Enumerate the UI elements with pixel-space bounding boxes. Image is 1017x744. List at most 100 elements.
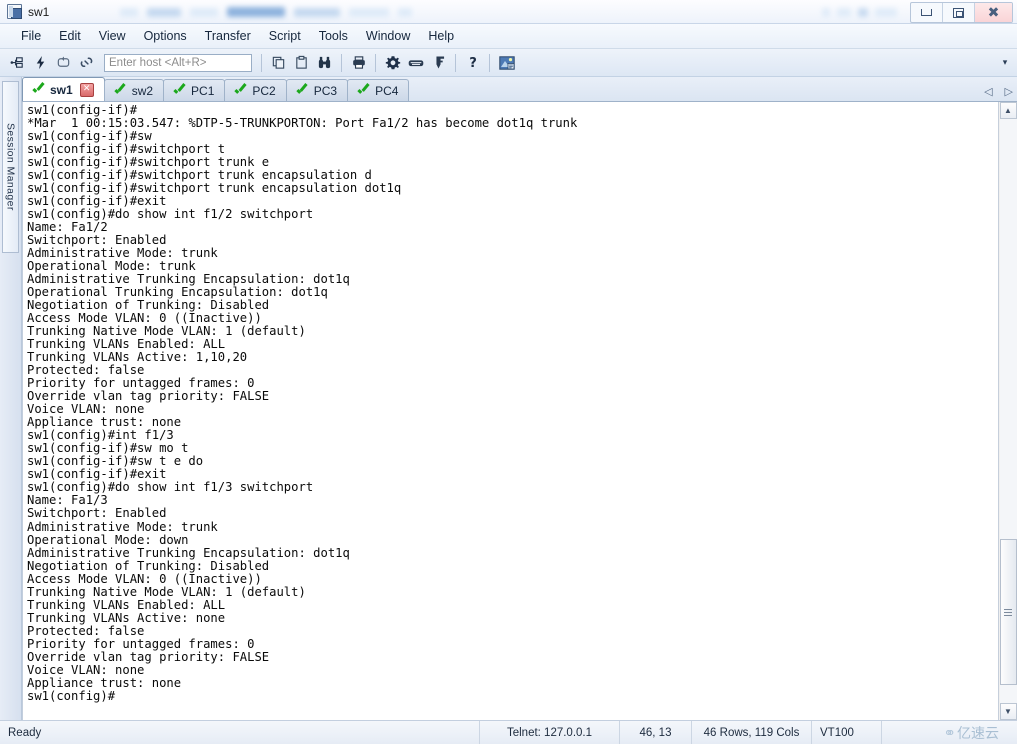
title-bar-redacted-text bbox=[120, 0, 412, 24]
tab-pc4[interactable]: PC4 bbox=[347, 79, 410, 101]
terminal-line: sw1(config)#do show int f1/2 switchport bbox=[27, 207, 314, 222]
terminal-line: Access Mode VLAN: 0 ((Inactive)) bbox=[27, 571, 262, 586]
tab-sw1[interactable]: sw1 ✕ bbox=[22, 77, 105, 101]
help-icon[interactable]: ? bbox=[461, 52, 484, 74]
terminal-line: sw1(config)#do show int f1/3 switchport bbox=[27, 480, 314, 495]
connected-check-icon bbox=[358, 85, 370, 96]
window-title: sw1 bbox=[28, 4, 50, 19]
tab-close-button[interactable]: ✕ bbox=[79, 82, 94, 97]
screen-capture-icon[interactable] bbox=[495, 52, 518, 74]
status-cursor-position: 46, 13 bbox=[620, 721, 692, 744]
find-icon[interactable] bbox=[313, 52, 336, 74]
paste-icon[interactable] bbox=[290, 52, 313, 74]
menu-window[interactable]: Window bbox=[357, 26, 419, 46]
copy-icon[interactable] bbox=[267, 52, 290, 74]
terminal-line: Administrative Mode: trunk bbox=[27, 519, 218, 534]
binoculars-glyph bbox=[318, 56, 331, 69]
toolbar: Enter host <Alt+R> ? ▾ bbox=[0, 49, 1017, 77]
menu-bar: File Edit View Options Transfer Script T… bbox=[0, 24, 1017, 49]
menu-file[interactable]: File bbox=[12, 26, 50, 46]
tab-pc3[interactable]: PC3 bbox=[285, 79, 349, 101]
printer-glyph bbox=[352, 56, 365, 69]
menu-view[interactable]: View bbox=[90, 26, 135, 46]
tab-scroll-right-icon[interactable]: ▷ bbox=[1005, 85, 1013, 98]
menu-script[interactable]: Script bbox=[260, 26, 310, 46]
scroll-down-button[interactable]: ▼ bbox=[999, 703, 1017, 720]
menu-tools[interactable]: Tools bbox=[310, 26, 357, 46]
connected-check-icon bbox=[235, 85, 247, 96]
session-manager-dock: Session Manager bbox=[0, 77, 22, 720]
tab-navigation: ◁ ▷ bbox=[984, 85, 1013, 98]
connected-check-icon bbox=[33, 84, 45, 95]
toolbar-separator-2 bbox=[341, 53, 342, 72]
svg-text:?: ? bbox=[469, 56, 477, 70]
terminal-line: Override vlan tag priority: FALSE bbox=[27, 649, 270, 664]
close-button[interactable]: ✖ bbox=[975, 3, 1012, 22]
terminal-line: sw1(config)# bbox=[27, 688, 116, 703]
close-icon: ✖ bbox=[987, 4, 1000, 21]
tab-label: PC4 bbox=[375, 83, 399, 98]
broken-link-glyph bbox=[80, 57, 93, 67]
terminal-scrollbar[interactable]: ▲ ▼ bbox=[998, 102, 1017, 720]
scrollbar-track[interactable] bbox=[999, 119, 1017, 703]
quick-connect-icon[interactable] bbox=[29, 52, 52, 74]
status-message: Ready bbox=[0, 721, 480, 744]
watermark-text: 亿速云 bbox=[957, 725, 999, 742]
screen-capture-glyph bbox=[498, 55, 515, 70]
terminal-container: sw1(config-if)# *Mar 1 00:15:03.547: %DTP… bbox=[22, 102, 1017, 720]
connect-glyph bbox=[10, 57, 23, 68]
terminal-output[interactable]: sw1(config-if)# *Mar 1 00:15:03.547: %DTP… bbox=[22, 102, 998, 720]
watermark: ⚭ 亿速云 bbox=[943, 723, 1009, 743]
session-options-icon[interactable] bbox=[381, 52, 404, 74]
reconnect-icon[interactable] bbox=[52, 52, 75, 74]
tab-label: sw1 bbox=[50, 82, 73, 97]
restore-icon bbox=[953, 7, 964, 18]
connected-check-icon bbox=[297, 85, 309, 96]
status-screen-size: 46 Rows, 119 Cols bbox=[692, 721, 812, 744]
menu-edit[interactable]: Edit bbox=[50, 26, 90, 46]
toolbar-separator-4 bbox=[455, 53, 456, 72]
gear-glyph bbox=[385, 55, 400, 69]
connect-icon[interactable] bbox=[6, 52, 29, 74]
terminal-line: sw1(config-if)#switchport trunk encapsul… bbox=[27, 181, 402, 196]
restore-button[interactable] bbox=[943, 3, 975, 22]
question-mark-glyph: ? bbox=[469, 56, 477, 70]
terminal-line: Name: Fa1/2 bbox=[27, 220, 108, 235]
scrollbar-thumb[interactable] bbox=[999, 539, 1017, 685]
session-manager-tab[interactable]: Session Manager bbox=[2, 81, 19, 253]
key-icon[interactable] bbox=[427, 52, 450, 74]
securecrt-window: sw1 ✖ File Edit View Options Transfer Sc… bbox=[0, 0, 1017, 744]
host-input[interactable]: Enter host <Alt+R> bbox=[104, 53, 252, 72]
toolbar-overflow-button[interactable]: ▾ bbox=[999, 57, 1011, 69]
terminal-line: Appliance trust: none bbox=[27, 675, 182, 690]
keymap-editor-icon[interactable] bbox=[404, 52, 427, 74]
lightning-glyph bbox=[36, 55, 45, 70]
scrollbar-grip-icon bbox=[1004, 608, 1012, 616]
tab-sw2[interactable]: sw2 bbox=[103, 79, 165, 101]
terminal-line: Protected: false bbox=[27, 623, 145, 638]
tab-pc2[interactable]: PC2 bbox=[224, 79, 287, 101]
status-bar: Ready Telnet: 127.0.0.1 46, 13 46 Rows, … bbox=[0, 720, 1017, 744]
terminal-line: Trunking VLANs Active: none bbox=[27, 610, 226, 625]
menu-options[interactable]: Options bbox=[135, 26, 196, 46]
status-connection: Telnet: 127.0.0.1 bbox=[480, 721, 620, 744]
terminal-line: Administrative Trunking Encapsulation: d… bbox=[27, 545, 350, 560]
terminal-line: Priority for untagged frames: 0 bbox=[27, 636, 255, 651]
connected-check-icon bbox=[174, 85, 186, 96]
menu-help[interactable]: Help bbox=[419, 26, 463, 46]
app-window-icon bbox=[7, 4, 22, 19]
menu-transfer[interactable]: Transfer bbox=[196, 26, 260, 46]
print-icon[interactable] bbox=[347, 52, 370, 74]
terminal-line: Operational Mode: down bbox=[27, 532, 189, 547]
terminal-line: *Mar 1 00:15:03.547: %DTP-5-TRUNKPORTON:… bbox=[27, 116, 578, 131]
tab-scroll-left-icon[interactable]: ◁ bbox=[984, 85, 992, 98]
host-input-placeholder: Enter host <Alt+R> bbox=[109, 56, 207, 69]
title-bar: sw1 ✖ bbox=[0, 0, 1017, 24]
scroll-up-button[interactable]: ▲ bbox=[999, 102, 1017, 119]
tab-label: PC2 bbox=[252, 83, 276, 98]
disconnect-icon[interactable] bbox=[75, 52, 98, 74]
tab-pc1[interactable]: PC1 bbox=[163, 79, 226, 101]
session-area: sw1 ✕ sw2 PC1 PC2 PC3 PC4 ◁ ▷ sw1(config… bbox=[22, 77, 1017, 720]
clipboard-glyph bbox=[296, 55, 307, 69]
minimize-button[interactable] bbox=[911, 3, 943, 22]
